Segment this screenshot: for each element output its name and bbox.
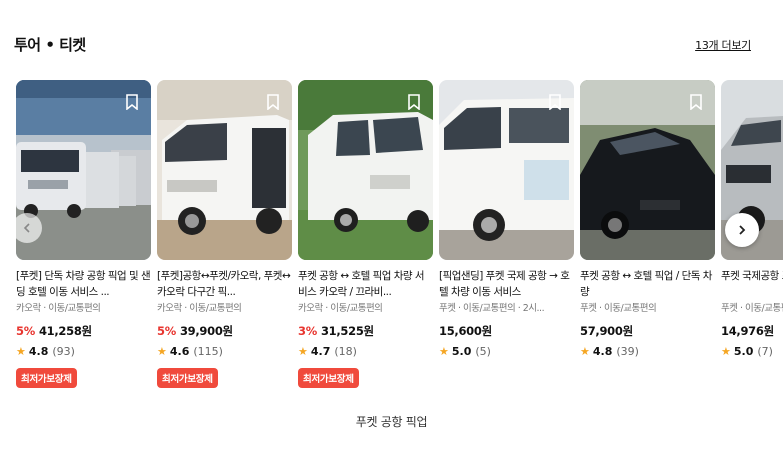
- product-image[interactable]: [298, 80, 433, 260]
- product-name[interactable]: 푸켓 국제공항 프라이빗 픽...: [721, 268, 783, 300]
- bookmark-icon[interactable]: [125, 94, 139, 110]
- rating-score: 5.0: [451, 345, 472, 358]
- more-link[interactable]: 13개 더보기: [695, 37, 751, 53]
- product-category: 카오락 · 이동/교통편의: [157, 303, 242, 314]
- product-category: 푸켓 · 이동/교통편의 · 2시...: [439, 303, 545, 314]
- rating-row: ★ 5.0 (5): [439, 345, 574, 361]
- rating-score: 4.6: [169, 345, 190, 358]
- lowest-price-badge: 최저가보장제: [16, 368, 77, 388]
- rating-row: ★ 4.7 (18): [298, 345, 433, 361]
- image-caption: 푸켓 공항 픽업: [355, 415, 428, 429]
- product-card[interactable]: [픽업샌딩] 푸켓 국제 공항 → 호텔 차량 이동 서비스 푸켓 · 이동/교…: [439, 80, 574, 390]
- price-value: 14,976원: [721, 324, 774, 338]
- star-icon: ★: [16, 345, 26, 358]
- rating-row: ★ 4.8 (39): [580, 345, 715, 361]
- product-price-row: 15,600원: [439, 323, 574, 339]
- product-price-row: 3% 31,525원: [298, 323, 433, 339]
- product-name[interactable]: 푸켓 공항 ↔ 호텔 픽업 / 단독 차량: [580, 268, 715, 300]
- product-price-row: 14,976원: [721, 323, 783, 339]
- product-name[interactable]: [픽업샌딩] 푸켓 국제 공항 → 호텔 차량 이동 서비스: [439, 268, 574, 300]
- bookmark-icon[interactable]: [548, 94, 562, 110]
- price-value: 39,900원: [179, 324, 233, 338]
- rating-score: 4.8: [592, 345, 613, 358]
- product-name[interactable]: 푸켓 공항 ↔ 호텔 픽업 차량 서비스 카오락 / 끄라비...: [298, 268, 433, 300]
- product-card[interactable]: 푸켓 공항 ↔ 호텔 픽업 차량 서비스 카오락 / 끄라비... 카오락 · …: [298, 80, 433, 390]
- discount-rate: 3%: [298, 324, 317, 338]
- carousel-next-button[interactable]: [725, 213, 759, 247]
- bookmark-icon[interactable]: [266, 94, 280, 110]
- review-count: (7): [757, 345, 773, 358]
- carousel-prev-button[interactable]: [12, 213, 42, 243]
- review-count: (18): [334, 345, 357, 358]
- product-image[interactable]: [439, 80, 574, 260]
- price-value: 57,900원: [580, 324, 633, 338]
- product-image[interactable]: [157, 80, 292, 260]
- product-name[interactable]: [푸켓] 단독 차량 공항 픽업 및 샌딩 호텔 이동 서비스 ...: [16, 268, 151, 300]
- bookmark-icon[interactable]: [407, 94, 421, 110]
- chevron-left-icon: [23, 223, 30, 233]
- product-category: 카오락 · 이동/교통편의: [298, 303, 383, 314]
- rating-row: ★ 4.6 (115): [157, 345, 292, 361]
- product-price-row: 57,900원: [580, 323, 715, 339]
- star-icon: ★: [298, 345, 308, 358]
- product-category: 카오락 · 이동/교통편의: [16, 303, 101, 314]
- section-header: 투어 • 티켓 13개 더보기: [14, 34, 751, 56]
- star-icon: ★: [157, 345, 167, 358]
- star-icon: ★: [580, 345, 590, 358]
- lowest-price-badge: 최저가보장제: [157, 368, 218, 388]
- product-image[interactable]: [580, 80, 715, 260]
- price-value: 31,525원: [320, 324, 374, 338]
- rating-row: ★ 4.8 (93): [16, 345, 151, 361]
- product-name[interactable]: [푸켓]공항↔푸켓/카오락, 푸켓↔카오락 다구간 픽...: [157, 268, 292, 300]
- product-carousel: [푸켓] 단독 차량 공항 픽업 및 샌딩 호텔 이동 서비스 ... 카오락 …: [16, 80, 783, 390]
- product-card[interactable]: [푸켓]공항↔푸켓/카오락, 푸켓↔카오락 다구간 픽... 카오락 · 이동/…: [157, 80, 292, 390]
- product-category: 푸켓 · 이동/교통편의: [580, 303, 657, 314]
- rating-score: 4.8: [28, 345, 49, 358]
- product-price-row: 5% 41,258원: [16, 323, 151, 339]
- product-category: 푸켓 · 이동/교통편의: [721, 303, 783, 314]
- rating-row: ★ 5.0 (7): [721, 345, 783, 361]
- price-value: 15,600원: [439, 324, 492, 338]
- section-title: 투어 • 티켓: [14, 36, 86, 54]
- price-value: 41,258원: [38, 324, 92, 338]
- bookmark-icon[interactable]: [689, 94, 703, 110]
- product-card[interactable]: 푸켓 공항 ↔ 호텔 픽업 / 단독 차량 푸켓 · 이동/교통편의 57,90…: [580, 80, 715, 390]
- star-icon: ★: [721, 345, 731, 358]
- review-count: (93): [52, 345, 75, 358]
- review-count: (5): [475, 345, 491, 358]
- product-price-row: 5% 39,900원: [157, 323, 292, 339]
- chevron-right-icon: [739, 225, 746, 235]
- discount-rate: 5%: [16, 324, 35, 338]
- star-icon: ★: [439, 345, 449, 358]
- review-count: (39): [616, 345, 639, 358]
- lowest-price-badge: 최저가보장제: [298, 368, 359, 388]
- rating-score: 4.7: [310, 345, 331, 358]
- discount-rate: 5%: [157, 324, 176, 338]
- rating-score: 5.0: [733, 345, 754, 358]
- review-count: (115): [193, 345, 223, 358]
